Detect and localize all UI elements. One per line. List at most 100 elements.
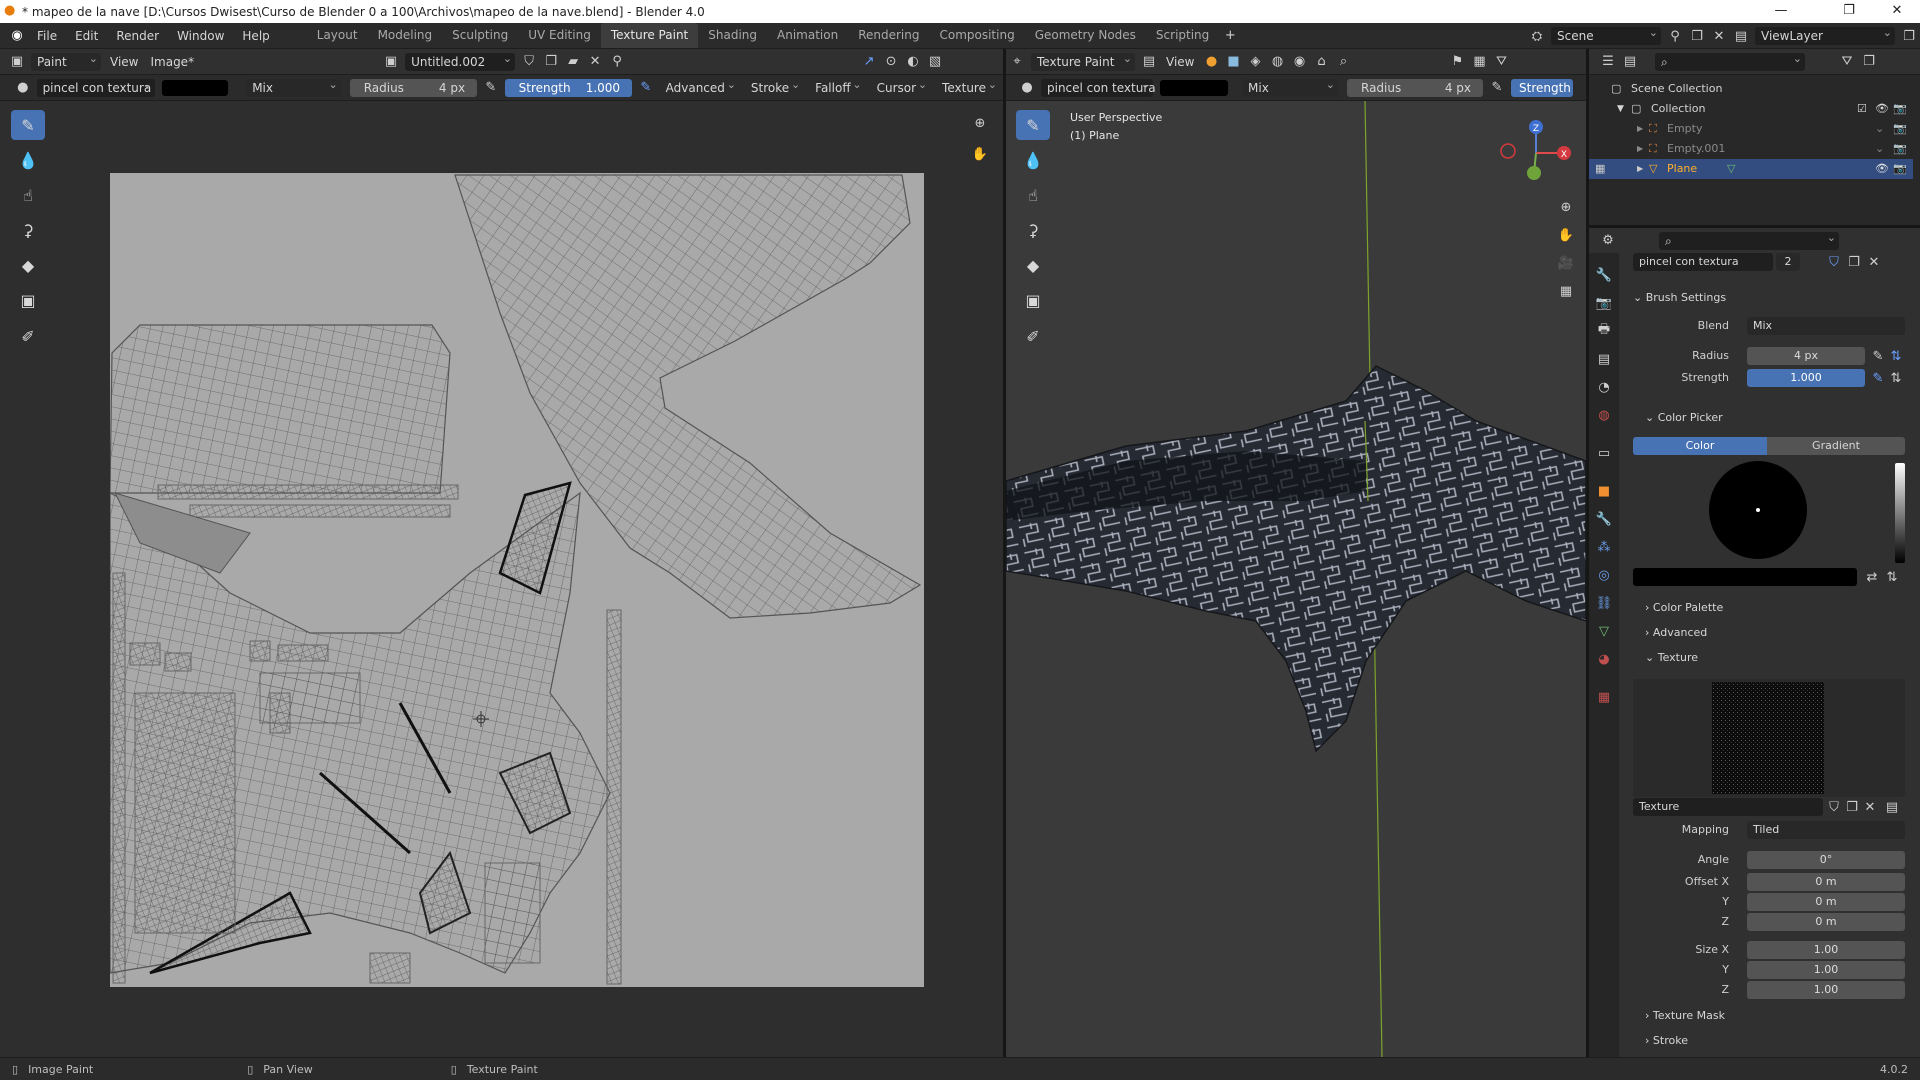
viewport-layout-icon[interactable]: ▦: [1468, 52, 1490, 72]
tab-texture-paint[interactable]: Texture Paint: [600, 23, 699, 48]
texture-dropdown[interactable]: Texture: [936, 76, 1000, 97]
brush-duplicate-icon[interactable]: ❐: [1843, 252, 1865, 272]
fill-tool-icon[interactable]: ◆: [11, 250, 45, 280]
view-layer-selector[interactable]: ViewLayer: [1755, 24, 1895, 45]
viewport-color-swatch[interactable]: [1160, 79, 1228, 96]
viewport-strength-field[interactable]: Strength: [1511, 78, 1573, 97]
radius-pressure-icon[interactable]: ✎: [480, 78, 502, 98]
empty-visibility-icon[interactable]: ⌄: [1875, 119, 1884, 139]
brush-color-swatch[interactable]: [161, 79, 229, 96]
image-editor-canvas[interactable]: ✎ 💧 ☝ ⚳ ◆ ▣ ✐ ⊕ ✋: [0, 101, 1003, 1057]
viewport-radius-pressure-icon[interactable]: ✎: [1486, 78, 1508, 98]
modifier-tab-icon[interactable]: 🔧: [1593, 509, 1615, 529]
outliner-item-empty-001[interactable]: ▶ ⛶ Empty.001 ⌄ 📷: [1589, 139, 1913, 159]
pin-image-icon[interactable]: ⚲: [606, 52, 628, 72]
material-tab-icon[interactable]: ◕: [1593, 649, 1615, 669]
size-z-field[interactable]: 1.00: [1747, 981, 1905, 999]
fake-user-icon[interactable]: ⛉: [518, 52, 540, 72]
swap-colors-icon[interactable]: ⇄: [1861, 567, 1883, 587]
tab-shading[interactable]: Shading: [698, 23, 767, 48]
editor-type-icon[interactable]: ▣: [6, 52, 28, 72]
brush-icon[interactable]: ●: [12, 78, 34, 98]
properties-brush-name-field[interactable]: pincel con textura: [1633, 253, 1773, 271]
brush-fake-user-icon[interactable]: ⛉: [1823, 252, 1845, 272]
outliner-scene-collection[interactable]: ▢ Scene Collection: [1589, 79, 1913, 99]
mapping-dropdown[interactable]: Tiled: [1747, 821, 1905, 839]
plane-visibility-icon[interactable]: 👁: [1875, 159, 1889, 179]
outliner-new-collection-icon[interactable]: ❐: [1858, 52, 1880, 72]
annotate-tool-icon[interactable]: ✐: [11, 321, 45, 351]
tab-rendering[interactable]: Rendering: [848, 23, 929, 48]
zoom-view-icon[interactable]: ⊕: [969, 113, 991, 133]
maximize-button[interactable]: ❐: [1826, 0, 1872, 23]
render-tab-icon[interactable]: 📷: [1593, 293, 1615, 313]
menu-file[interactable]: File: [28, 29, 66, 43]
viewport-editor-type-icon[interactable]: ⌖: [1006, 52, 1028, 72]
viewport-tools-icon[interactable]: ⌂: [1310, 52, 1332, 72]
outliner-editor-type-icon[interactable]: ☰: [1597, 52, 1619, 72]
empty-camera-icon[interactable]: 📷: [1893, 119, 1907, 139]
properties-radius-unit-icon[interactable]: ⇅: [1885, 346, 1907, 366]
image-view-menu[interactable]: View: [104, 55, 144, 69]
uv-image[interactable]: [110, 173, 924, 987]
data-tab-icon[interactable]: ▽: [1593, 621, 1615, 641]
symmetry-icon[interactable]: ◈: [1244, 52, 1266, 72]
texture-header[interactable]: ⌄ Texture: [1645, 651, 1698, 664]
viewport-search-icon[interactable]: ⌕: [1332, 52, 1354, 72]
viewport-bookmark-icon[interactable]: ⚑: [1446, 52, 1468, 72]
mask-tool-icon[interactable]: ▣: [11, 285, 45, 315]
object-tab-icon[interactable]: ■: [1593, 481, 1615, 501]
color-tab[interactable]: Color: [1633, 437, 1767, 455]
output-tab-icon[interactable]: 🖶: [1593, 321, 1615, 341]
navigation-gizmo[interactable]: Z X: [1484, 101, 1584, 191]
draw-tool-icon[interactable]: ✎: [11, 110, 45, 140]
properties-strength-field[interactable]: 1.000: [1747, 369, 1865, 387]
blender-menu-icon[interactable]: ◉: [6, 26, 28, 46]
camera-view-icon[interactable]: 🎥: [1555, 253, 1577, 273]
ortho-toggle-icon[interactable]: ▦: [1555, 281, 1577, 301]
cursor-dropdown[interactable]: Cursor: [871, 76, 930, 97]
new-scene-icon[interactable]: ❐: [1686, 26, 1708, 46]
viewport-canvas[interactable]: ✎ 💧 ☝ ⚳ ◆ ▣ ✐ User Perspective (1) Plane…: [1006, 101, 1586, 1057]
outliner-collection[interactable]: ▼ ▢ Collection ☑ 👁 📷: [1589, 99, 1913, 119]
scene-selector[interactable]: Scene: [1551, 24, 1661, 45]
brush-settings-header[interactable]: ⌄ Brush Settings: [1633, 291, 1726, 304]
viewport-radius-field[interactable]: Radius 4 px: [1347, 78, 1483, 97]
viewport-brush-name-field[interactable]: pincel con textura: [1041, 76, 1156, 97]
scene-icon[interactable]: ⛭: [1526, 26, 1548, 46]
brush-name-field[interactable]: pincel con textura: [36, 76, 155, 97]
properties-editor-type-icon[interactable]: ⚙: [1597, 231, 1619, 251]
new-image-icon[interactable]: ❐: [540, 52, 562, 72]
blend-dropdown[interactable]: Mix: [246, 76, 341, 97]
soften-tool-icon[interactable]: 💧: [11, 145, 45, 175]
tab-scripting[interactable]: Scripting: [1146, 23, 1219, 48]
empty-001-expand-icon[interactable]: ▶: [1637, 139, 1643, 159]
outliner-item-empty[interactable]: ▶ ⛶ Empty ⌄ 📷: [1589, 119, 1913, 139]
smear-tool-icon[interactable]: ☝: [11, 180, 45, 210]
falloff-dropdown[interactable]: Falloff: [809, 76, 864, 97]
properties-search-input[interactable]: ⌕: [1659, 229, 1839, 250]
outliner-filter-icon[interactable]: ⛛: [1836, 52, 1858, 72]
empty-expand-icon[interactable]: ▶: [1637, 119, 1643, 139]
tab-sculpting[interactable]: Sculpting: [442, 23, 518, 48]
close-window-button[interactable]: ✕: [1874, 0, 1920, 23]
viewport-filter-icon[interactable]: ◉: [1288, 52, 1310, 72]
brush-users-count[interactable]: 2: [1776, 253, 1800, 271]
viewport-brush-icon[interactable]: ●: [1016, 78, 1038, 98]
delete-scene-icon[interactable]: ✕: [1708, 26, 1730, 46]
image-name-field[interactable]: Untitled.002: [405, 50, 516, 71]
mask-icon[interactable]: ■: [1222, 52, 1244, 72]
viewport-pan-icon[interactable]: ✋: [1555, 225, 1577, 245]
image-mode-dropdown[interactable]: Paint: [31, 50, 101, 71]
viewport-view-menu[interactable]: View: [1160, 55, 1200, 69]
minimize-button[interactable]: —: [1758, 0, 1804, 23]
open-image-icon[interactable]: ▰: [562, 52, 584, 72]
color-wheel-cursor[interactable]: [1756, 508, 1760, 512]
stroke-dropdown[interactable]: Stroke: [745, 76, 803, 97]
clone-tool-icon[interactable]: ⚳: [11, 215, 45, 245]
angle-field[interactable]: 0°: [1747, 851, 1905, 869]
color-swatch-bar[interactable]: [1633, 568, 1857, 586]
outliner-display-mode-icon[interactable]: ▤: [1619, 52, 1641, 72]
color-wheel[interactable]: [1709, 461, 1807, 559]
scene-tab-icon[interactable]: ◔: [1593, 377, 1615, 397]
